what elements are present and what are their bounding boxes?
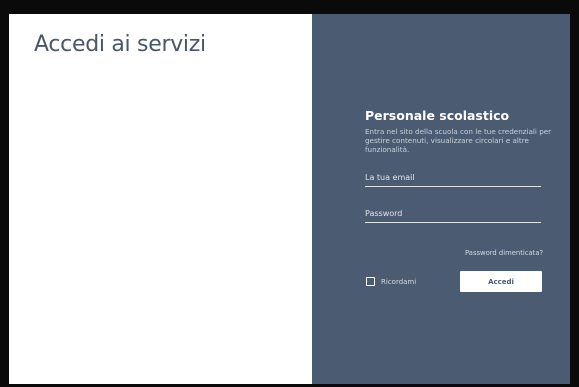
email-field[interactable] <box>365 169 541 185</box>
login-form: Personale scolastico Entra nel sito dell… <box>365 108 555 292</box>
remember-me-label: Ricordami <box>381 277 417 286</box>
email-field-wrapper <box>365 169 541 187</box>
login-description: Entra nel sito della scuola con le tue c… <box>365 127 552 154</box>
forgot-password-link[interactable]: Password dimenticata? <box>465 249 543 257</box>
page-title: Accedi ai servizi <box>34 32 206 57</box>
password-field-wrapper <box>365 205 541 223</box>
remember-me-checkbox[interactable] <box>366 277 375 286</box>
login-page: Accedi ai servizi Personale scolastico E… <box>0 0 579 387</box>
login-panel: Personale scolastico Entra nel sito dell… <box>312 14 570 384</box>
login-button[interactable]: Accedi <box>460 271 542 292</box>
remember-me[interactable]: Ricordami <box>366 277 416 286</box>
left-panel: Accedi ai servizi <box>9 14 312 384</box>
login-title: Personale scolastico <box>365 108 510 123</box>
password-field[interactable] <box>365 205 541 221</box>
